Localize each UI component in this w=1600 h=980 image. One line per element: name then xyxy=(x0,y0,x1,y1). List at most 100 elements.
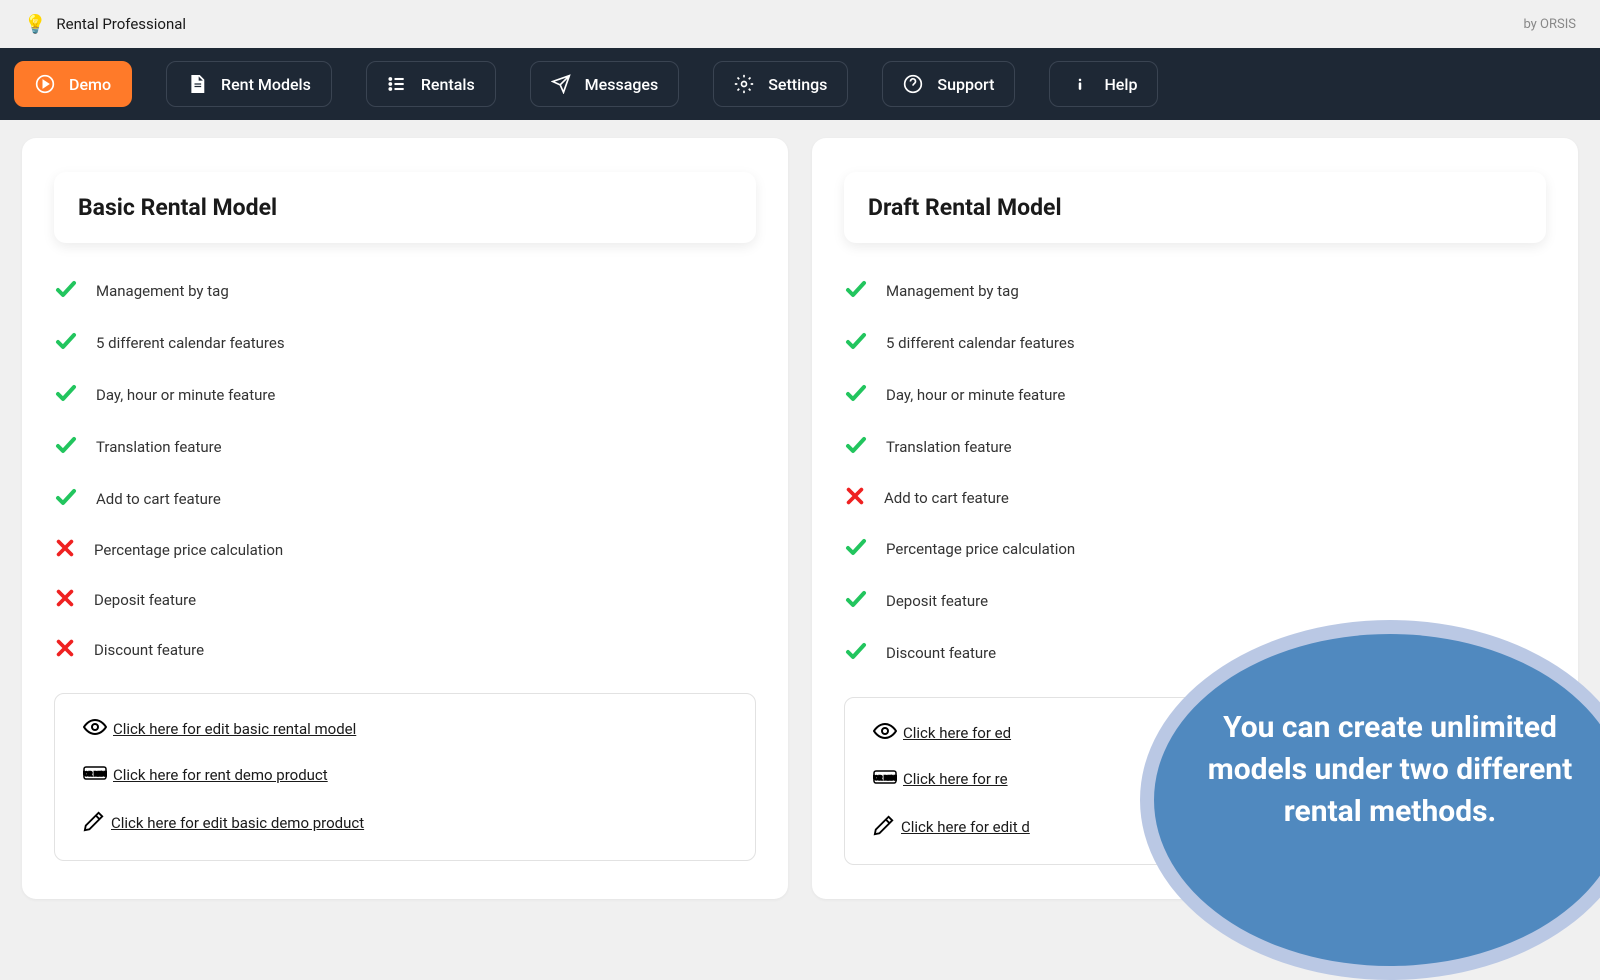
link-rent-demo[interactable]: FOR RENT Click here for rent demo produc… xyxy=(83,764,727,786)
feature-text: Deposit feature xyxy=(94,591,196,609)
feature-text: 5 different calendar features xyxy=(96,334,285,352)
check-icon xyxy=(54,485,78,513)
svg-text:FOR RENT: FOR RENT xyxy=(83,771,107,778)
cross-icon xyxy=(54,537,76,563)
nav-label: Support xyxy=(937,75,994,94)
feature-text: Deposit feature xyxy=(886,592,988,610)
feature-text: Percentage price calculation xyxy=(886,540,1075,558)
app-title: Rental Professional xyxy=(56,15,186,33)
feature-text: Percentage price calculation xyxy=(94,541,283,559)
send-icon xyxy=(551,74,571,94)
top-bar: 💡 Rental Professional by ORSIS xyxy=(0,0,1600,48)
links-box: Click here for edit basic rental model F… xyxy=(54,693,756,861)
eye-icon xyxy=(873,722,897,744)
play-icon xyxy=(35,74,55,94)
nav-label: Help xyxy=(1104,75,1137,94)
check-icon xyxy=(54,433,78,461)
callout-text: You can create unlimited models under tw… xyxy=(1194,707,1586,833)
pencil-icon xyxy=(83,810,105,836)
check-icon xyxy=(844,381,868,409)
link-edit-model[interactable]: Click here for edit basic rental model xyxy=(83,718,727,740)
gear-icon xyxy=(734,74,754,94)
check-icon xyxy=(844,277,868,305)
nav-label: Settings xyxy=(768,75,827,94)
check-icon xyxy=(844,639,868,667)
feature-text: Add to cart feature xyxy=(96,490,221,508)
check-icon xyxy=(844,329,868,357)
feature-item: Percentage price calculation xyxy=(54,537,756,563)
check-icon xyxy=(844,433,868,461)
pencil-icon xyxy=(873,814,895,840)
link-text: Click here for edit basic demo product xyxy=(111,814,364,832)
eye-icon xyxy=(83,718,107,740)
feature-list: Management by tag 5 different calendar f… xyxy=(844,277,1546,667)
feature-item: 5 different calendar features xyxy=(844,329,1546,357)
for-rent-icon: FOR RENT xyxy=(873,768,897,790)
link-edit-product[interactable]: Click here for edit basic demo product xyxy=(83,810,727,836)
feature-item: Add to cart feature xyxy=(54,485,756,513)
feature-item: Translation feature xyxy=(54,433,756,461)
nav-label: Demo xyxy=(69,75,111,94)
nav-bar: Demo Rent Models Rentals Messages Settin… xyxy=(0,48,1600,120)
feature-text: 5 different calendar features xyxy=(886,334,1075,352)
feature-text: Management by tag xyxy=(886,282,1019,300)
feature-text: Translation feature xyxy=(886,438,1012,456)
feature-item: Deposit feature xyxy=(54,587,756,613)
feature-item: Management by tag xyxy=(844,277,1546,305)
link-text: Click here for edit d xyxy=(901,818,1030,836)
feature-text: Day, hour or minute feature xyxy=(886,386,1065,404)
question-icon xyxy=(903,74,923,94)
document-icon xyxy=(187,74,207,94)
nav-item-help[interactable]: Help xyxy=(1049,61,1158,107)
for-rent-icon: FOR RENT xyxy=(83,764,107,786)
nav-label: Rentals xyxy=(421,75,475,94)
feature-text: Discount feature xyxy=(886,644,996,662)
check-icon xyxy=(844,535,868,563)
feature-item: Management by tag xyxy=(54,277,756,305)
feature-text: Add to cart feature xyxy=(884,489,1009,507)
link-text: Click here for rent demo product xyxy=(113,766,328,784)
top-bar-left: 💡 Rental Professional xyxy=(24,14,186,35)
check-icon xyxy=(54,381,78,409)
card-header: Basic Rental Model xyxy=(54,172,756,243)
feature-text: Discount feature xyxy=(94,641,204,659)
card-basic-rental: Basic Rental Model Management by tag 5 d… xyxy=(22,138,788,899)
check-icon xyxy=(54,277,78,305)
feature-item: Add to cart feature xyxy=(844,485,1546,511)
feature-item: Day, hour or minute feature xyxy=(844,381,1546,409)
link-text: Click here for re xyxy=(903,770,1008,788)
feature-item: Translation feature xyxy=(844,433,1546,461)
nav-label: Messages xyxy=(585,75,659,94)
feature-item: 5 different calendar features xyxy=(54,329,756,357)
feature-item: Discount feature xyxy=(54,637,756,663)
card-title: Basic Rental Model xyxy=(78,194,732,221)
lightbulb-icon: 💡 xyxy=(24,14,46,35)
feature-item: Day, hour or minute feature xyxy=(54,381,756,409)
nav-label: Rent Models xyxy=(221,75,311,94)
by-orsis-label: by ORSIS xyxy=(1523,17,1576,32)
nav-item-messages[interactable]: Messages xyxy=(530,61,680,107)
nav-item-rent-models[interactable]: Rent Models xyxy=(166,61,332,107)
cross-icon xyxy=(54,637,76,663)
feature-text: Translation feature xyxy=(96,438,222,456)
feature-item: Deposit feature xyxy=(844,587,1546,615)
nav-item-support[interactable]: Support xyxy=(882,61,1015,107)
info-icon xyxy=(1070,74,1090,94)
feature-list: Management by tag 5 different calendar f… xyxy=(54,277,756,663)
card-header: Draft Rental Model xyxy=(844,172,1546,243)
nav-item-demo[interactable]: Demo xyxy=(14,61,132,107)
card-title: Draft Rental Model xyxy=(868,194,1522,221)
check-icon xyxy=(54,329,78,357)
feature-text: Day, hour or minute feature xyxy=(96,386,275,404)
nav-item-settings[interactable]: Settings xyxy=(713,61,848,107)
cross-icon xyxy=(844,485,866,511)
feature-item: Percentage price calculation xyxy=(844,535,1546,563)
feature-text: Management by tag xyxy=(96,282,229,300)
svg-text:FOR RENT: FOR RENT xyxy=(873,775,897,782)
list-icon xyxy=(387,74,407,94)
nav-item-rentals[interactable]: Rentals xyxy=(366,61,496,107)
cross-icon xyxy=(54,587,76,613)
check-icon xyxy=(844,587,868,615)
link-text: Click here for edit basic rental model xyxy=(113,720,356,738)
link-text: Click here for ed xyxy=(903,724,1011,742)
